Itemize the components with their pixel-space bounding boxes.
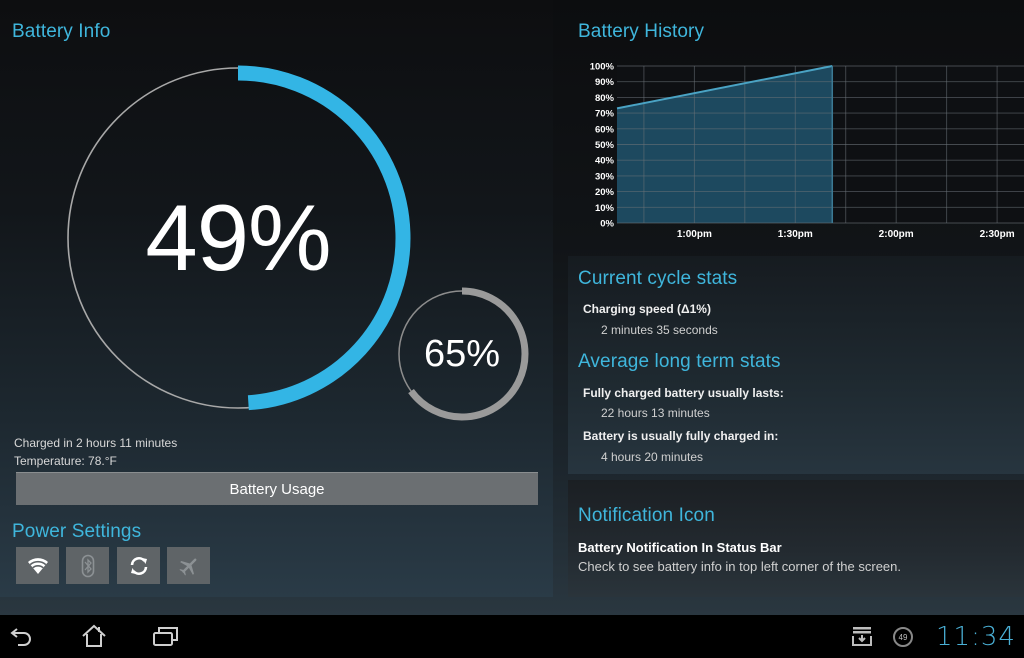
recent-apps-button[interactable] [147, 621, 183, 651]
wifi-toggle[interactable] [16, 547, 59, 584]
notification-setting-title[interactable]: Battery Notification In Status Bar [578, 540, 782, 555]
back-button[interactable] [4, 621, 40, 651]
chart-y-tick-label: 50% [595, 140, 615, 151]
battery-lasts-label: Fully charged battery usually lasts: [583, 386, 784, 400]
wifi-icon [27, 557, 48, 574]
battery-usage-button[interactable]: Battery Usage [16, 472, 538, 505]
download-notification[interactable] [844, 621, 880, 651]
chart-x-tick-label: 1:30pm [778, 229, 813, 240]
notification-setting-description[interactable]: Check to see battery info in top left co… [578, 559, 901, 574]
current-cycle-title: Current cycle stats [578, 268, 738, 289]
charging-speed-value: 2 minutes 35 seconds [601, 323, 718, 337]
chart-y-tick-label: 90% [595, 77, 615, 88]
battery-info-title: Battery Info [12, 21, 111, 42]
chart-y-tick-label: 80% [595, 93, 615, 104]
battery-history-chart: 0% 10% 20% 30% 40% 50% 60% 70% 80% 90% 100% 1:00pm… [590, 62, 1024, 240]
chart-y-tick-label: 100% [590, 62, 615, 73]
power-settings-title: Power Settings [12, 521, 142, 542]
home-button[interactable] [76, 621, 112, 651]
system-navbar [0, 615, 1024, 658]
chart-y-tick-label: 30% [595, 171, 615, 182]
recent-apps-icon [153, 627, 178, 646]
notification-title: Notification Icon [578, 505, 715, 526]
battery-level-value: 49% [145, 185, 331, 290]
charging-speed-label: Charging speed (Δ1%) [583, 302, 711, 316]
battery-status-icon[interactable]: 49 [893, 627, 913, 647]
chart-x-tick-label: 1:00pm [677, 229, 712, 240]
temperature-text: Temperature: 78.°F [14, 454, 117, 468]
bluetooth-icon [81, 554, 94, 577]
chart-y-tick-label: 60% [595, 124, 615, 135]
sync-icon [130, 556, 147, 575]
chart-x-tick-label: 2:30pm [980, 229, 1015, 240]
charge-time-value: 4 hours 20 minutes [601, 450, 704, 464]
secondary-gauge-value: 65% [423, 332, 501, 375]
airplane-icon [178, 558, 196, 576]
airplane-mode-toggle[interactable] [167, 547, 210, 584]
status-clock[interactable]: 11:34 [936, 622, 1016, 652]
charge-time-label: Battery is usually fully charged in: [583, 429, 779, 443]
chart-y-tick-label: 20% [595, 187, 615, 198]
battery-history-title: Battery History [578, 21, 705, 42]
chart-y-tick-label: 70% [595, 109, 615, 120]
chart-y-tick-label: 0% [600, 219, 614, 230]
battery-lasts-value: 22 hours 13 minutes [601, 406, 710, 420]
back-icon [10, 628, 31, 646]
chart-y-tick-label: 40% [595, 156, 615, 167]
long-term-title: Average long term stats [578, 351, 781, 372]
bluetooth-toggle[interactable] [66, 547, 109, 584]
home-icon [82, 624, 106, 647]
notification-panel [568, 480, 1024, 597]
download-icon [852, 627, 872, 646]
chart-x-tick-label: 2:00pm [879, 229, 914, 240]
sync-toggle[interactable] [117, 547, 160, 584]
chart-y-tick-label: 10% [595, 203, 615, 214]
charged-in-text: Charged in 2 hours 11 minutes [14, 436, 178, 450]
